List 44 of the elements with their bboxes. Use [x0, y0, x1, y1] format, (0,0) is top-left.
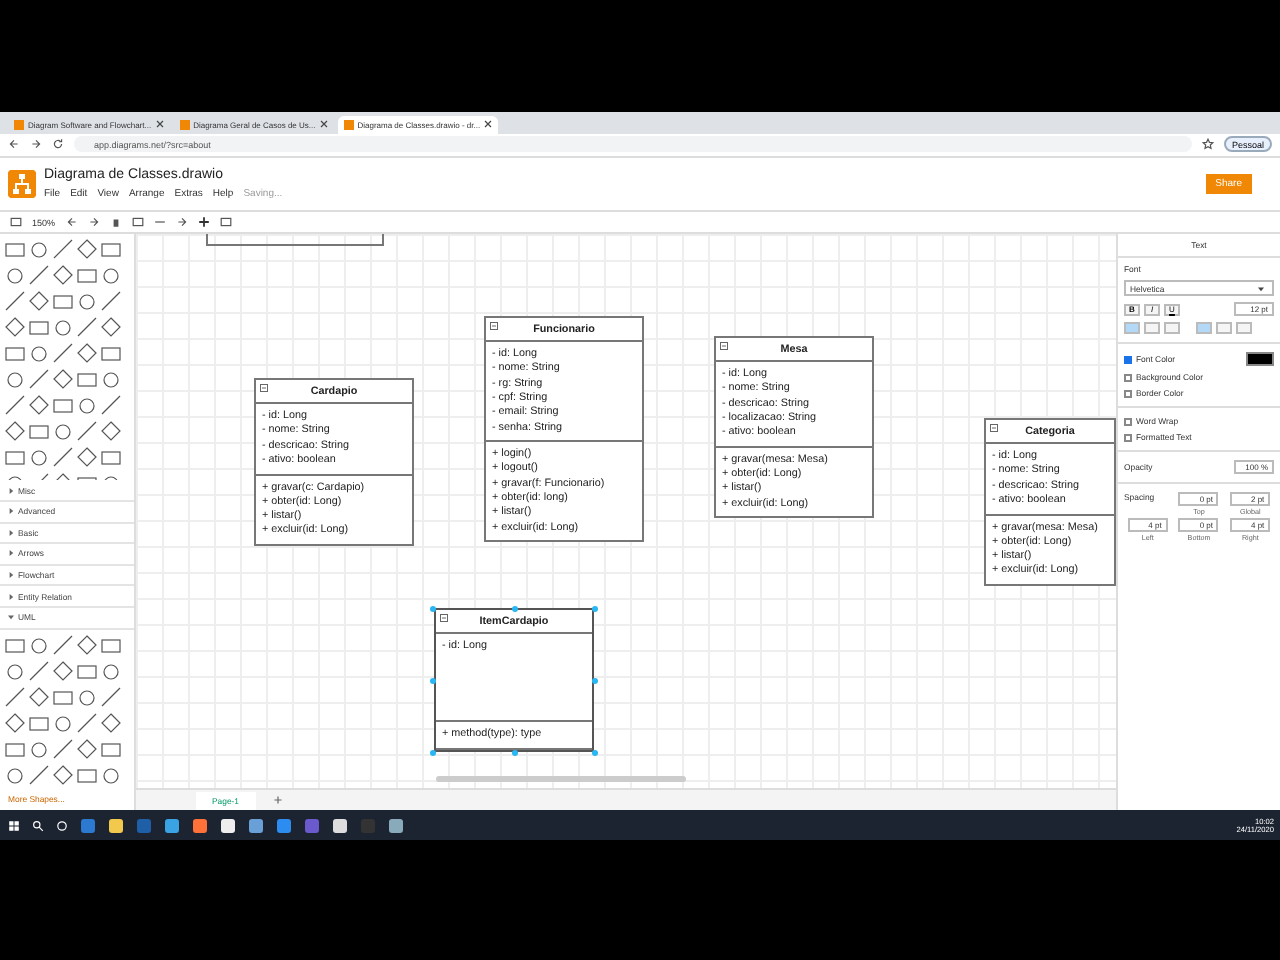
- collapse-icon[interactable]: [720, 342, 728, 351]
- caret-icon: [8, 572, 14, 579]
- close-icon[interactable]: [155, 120, 164, 129]
- dropdown-caret-icon: [1258, 285, 1264, 292]
- checkbox[interactable]: [1124, 433, 1132, 442]
- checkbox[interactable]: [1124, 389, 1132, 398]
- close-icon[interactable]: [319, 120, 328, 129]
- task-view-icon[interactable]: [56, 819, 68, 832]
- collapse-icon[interactable]: [990, 424, 998, 433]
- caret-icon: [8, 614, 14, 621]
- collapse-icon[interactable]: [490, 322, 498, 331]
- bookmark-star-icon[interactable]: [1201, 138, 1214, 151]
- windows-start-icon[interactable]: [8, 819, 20, 832]
- app-logo-icon: [8, 170, 36, 198]
- color-swatch[interactable]: [1246, 352, 1274, 367]
- checkbox[interactable]: [1124, 355, 1132, 364]
- scrollbar[interactable]: [436, 776, 686, 783]
- back-icon[interactable]: [8, 138, 20, 151]
- checkbox[interactable]: [1124, 373, 1132, 382]
- caret-icon: [8, 593, 14, 600]
- redo-icon[interactable]: [87, 216, 100, 229]
- caret-icon: [8, 550, 14, 557]
- forward-icon[interactable]: [30, 138, 42, 151]
- caret-icon: [8, 487, 14, 494]
- add-page-icon[interactable]: [271, 794, 284, 807]
- search-icon[interactable]: [32, 819, 44, 832]
- line-icon[interactable]: [153, 216, 166, 229]
- resize-handle[interactable]: [591, 605, 598, 612]
- connector-icon[interactable]: [175, 216, 188, 229]
- caret-icon: [8, 529, 14, 536]
- resize-handle[interactable]: [591, 677, 598, 684]
- checkbox[interactable]: [1124, 417, 1132, 426]
- resize-handle[interactable]: [430, 677, 437, 684]
- close-icon[interactable]: [484, 120, 493, 129]
- resize-handle[interactable]: [430, 605, 437, 612]
- collapse-icon[interactable]: [440, 614, 448, 623]
- caret-icon: [8, 508, 14, 515]
- collapse-icon[interactable]: [260, 384, 268, 393]
- resize-handle[interactable]: [511, 749, 517, 756]
- resize-handle[interactable]: [511, 605, 517, 612]
- reload-icon[interactable]: [52, 138, 64, 151]
- resize-handle[interactable]: [591, 749, 598, 756]
- resize-handle[interactable]: [430, 749, 437, 756]
- undo-icon[interactable]: [65, 216, 78, 229]
